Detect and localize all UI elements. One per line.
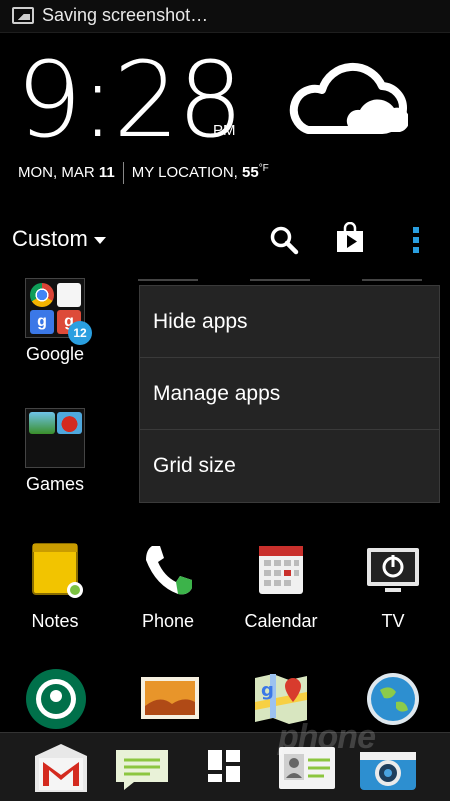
google-folder-icon: g g 12 (25, 278, 92, 345)
svg-text:g: g (261, 680, 274, 701)
app-games-folder[interactable]: Games (10, 408, 100, 495)
app-tv[interactable]: TV (348, 540, 438, 632)
calendar-icon (259, 546, 303, 594)
tv-icon (367, 548, 419, 592)
gallery-icon[interactable] (140, 676, 200, 720)
notification-badge: 12 (68, 321, 92, 345)
app-label-calendar: Calendar (244, 611, 318, 631)
clock-ampm: PM (213, 122, 236, 139)
app-label-games: Games (25, 474, 85, 494)
app-google-folder[interactable]: g g 12 Google (10, 278, 100, 365)
menu-item-manage-apps[interactable]: Manage apps (140, 358, 439, 430)
starbucks-icon[interactable] (25, 668, 87, 730)
clock-time[interactable]: 9:28 (16, 40, 244, 160)
app-notes[interactable]: Notes (10, 540, 100, 632)
game-icon (29, 412, 55, 434)
overflow-menu: Hide apps Manage apps Grid size (139, 285, 440, 503)
gmail-icon[interactable] (33, 742, 89, 794)
menu-item-hide-apps[interactable]: Hide apps (140, 286, 439, 358)
status-bar: Saving screenshot… (0, 0, 450, 33)
app-label-google: Google (25, 344, 85, 364)
chevron-down-icon (93, 236, 106, 244)
temperature-unit: °F (258, 163, 269, 174)
app-phone[interactable]: Phone (123, 540, 213, 632)
app-calendar[interactable]: Calendar (236, 540, 326, 632)
screenshot-icon (12, 7, 34, 24)
app-label-tv: TV (381, 611, 405, 631)
date-day: 11 (98, 164, 115, 181)
date-location-line: MON, MAR 11 MY LOCATION, 55°F (18, 158, 269, 185)
view-selector-label: Custom (12, 226, 88, 251)
view-selector-dropdown[interactable]: Custom (12, 226, 106, 252)
messages-icon[interactable] (114, 748, 170, 792)
location-label: MY LOCATION, (131, 164, 242, 181)
menu-item-grid-size[interactable]: Grid size (140, 430, 439, 502)
phone-icon (146, 546, 192, 595)
status-notification-text: Saving screenshot… (42, 5, 209, 25)
angry-birds-icon (57, 412, 82, 434)
more-vertical-icon[interactable] (411, 226, 421, 254)
partly-cloudy-icon[interactable] (278, 60, 408, 134)
google-search-icon: g (30, 310, 54, 334)
notes-icon (32, 543, 83, 598)
app-label-phone: Phone (141, 611, 195, 631)
divider (122, 162, 124, 185)
app-label-notes: Notes (31, 611, 79, 631)
chrome-icon (30, 283, 54, 307)
play-store-icon[interactable] (334, 222, 366, 254)
search-icon[interactable] (269, 225, 299, 255)
games-folder-icon (25, 408, 85, 468)
temperature: 55 (242, 164, 259, 181)
all-apps-icon[interactable] (206, 748, 242, 784)
tasks-icon (57, 283, 81, 307)
watermark: phone (278, 718, 376, 756)
date-prefix: MON, MAR (18, 164, 99, 181)
